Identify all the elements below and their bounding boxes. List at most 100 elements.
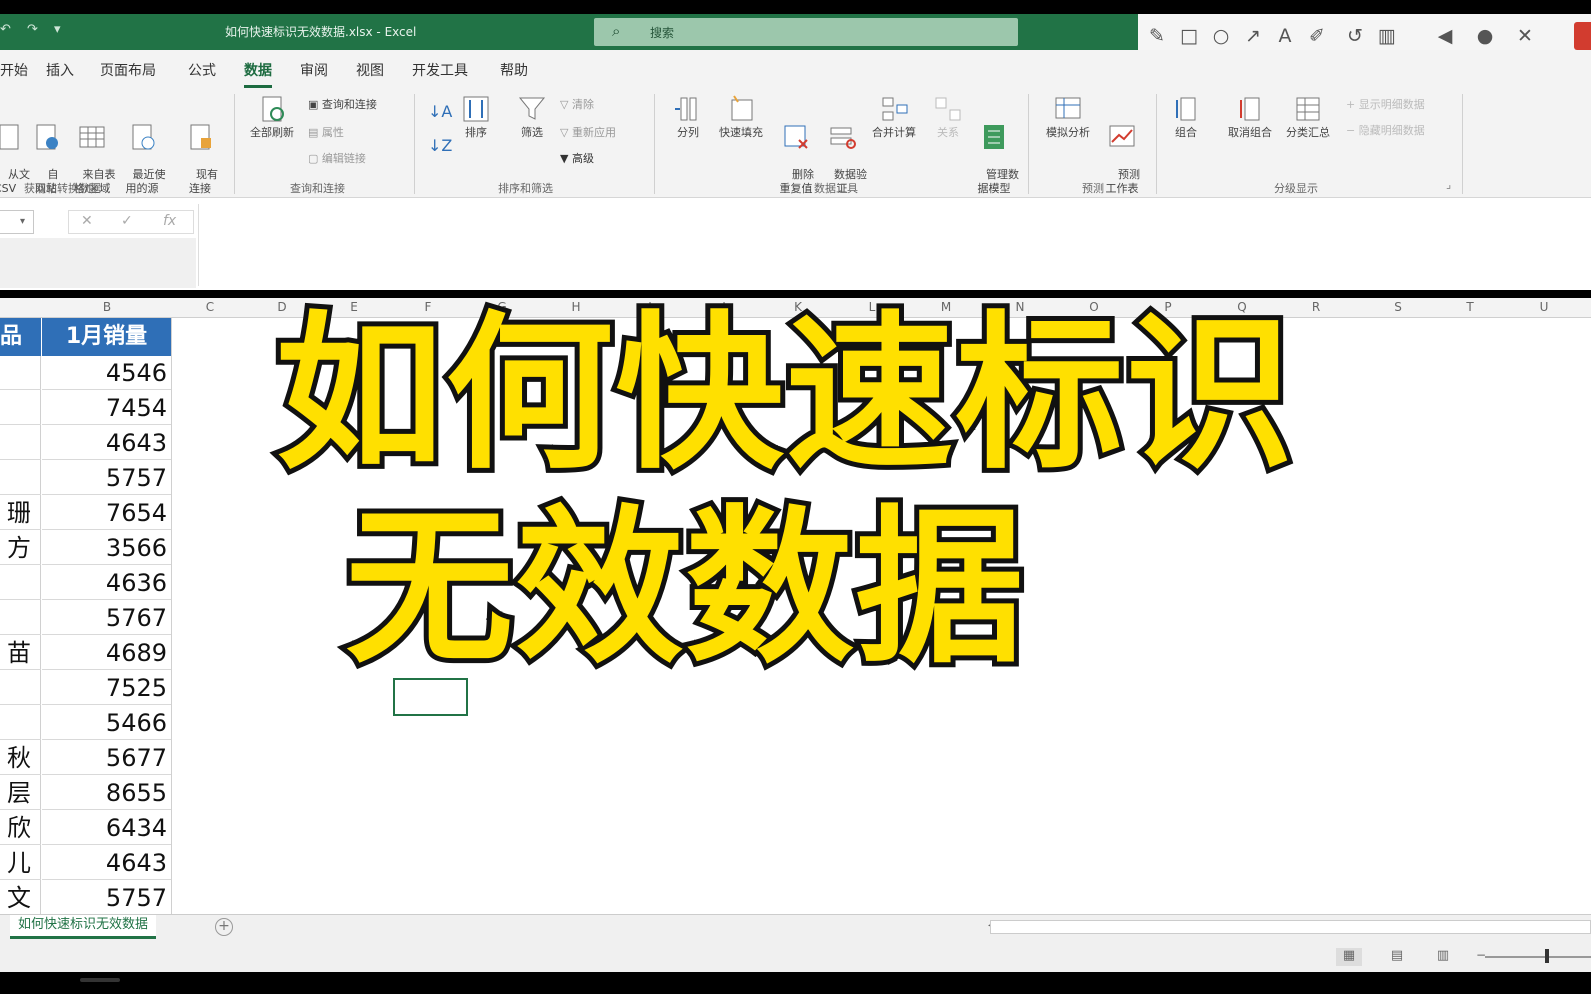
- refresh-all-button[interactable]: 全部刷新: [242, 94, 302, 140]
- tab-help[interactable]: 帮助: [500, 60, 528, 80]
- queries-connections-label: 查询和连接: [321, 98, 377, 111]
- name-box[interactable]: ▾: [0, 210, 34, 234]
- clear-filter-button[interactable]: ▽ 清除: [560, 96, 594, 112]
- show-detail-label: 显示明细数据: [1358, 98, 1425, 111]
- table-cell[interactable]: 5677: [42, 741, 171, 775]
- search-box[interactable]: ⌕ 搜索: [594, 18, 1018, 46]
- table-cell[interactable]: 儿: [0, 846, 41, 880]
- table-cell[interactable]: 层: [0, 776, 41, 810]
- table-cell[interactable]: 4643: [42, 846, 171, 880]
- manage-data-model-button[interactable]: 管理数 据模型: [972, 94, 1019, 210]
- normal-view-icon[interactable]: ▦: [1336, 948, 1362, 966]
- show-detail-button[interactable]: + 显示明细数据: [1346, 96, 1425, 112]
- cancel-icon[interactable]: ✕: [81, 213, 93, 229]
- consolidate-label: 合并计算: [872, 126, 916, 139]
- properties-button[interactable]: ▤ 属性: [308, 124, 344, 140]
- ribbon: 从文 CSV 自 网站 来自表 格/区域 最近使 用的源 现有 连接 获取和转换…: [0, 88, 1591, 198]
- dialog-launcher-icon[interactable]: ⌟: [1446, 178, 1451, 191]
- remove-duplicates-button[interactable]: 删除 重复值: [774, 94, 818, 210]
- tab-view[interactable]: 视图: [356, 60, 384, 80]
- filter-button[interactable]: 筛选: [512, 94, 552, 140]
- forecast-sheet-button[interactable]: 预测 工作表: [1100, 94, 1144, 210]
- formula-bar: ▾ ✕ ✓ fx: [0, 198, 1591, 290]
- sheet-tabs-bar: 如何快速标识无效数据 + ◂: [0, 914, 1591, 940]
- ungroup-button[interactable]: 取消组合: [1222, 94, 1278, 140]
- hide-detail-button[interactable]: − 隐藏明细数据: [1346, 122, 1425, 138]
- text-to-columns-button[interactable]: 分列: [668, 94, 708, 140]
- add-sheet-icon[interactable]: +: [215, 918, 233, 936]
- search-placeholder: 搜索: [650, 26, 675, 40]
- group-button[interactable]: 组合: [1166, 94, 1206, 140]
- zoom-slider-handle[interactable]: [1545, 949, 1549, 963]
- trash-icon[interactable]: ▥: [1374, 24, 1400, 48]
- table-cell[interactable]: 8655: [42, 776, 171, 810]
- sort-button[interactable]: 排序: [456, 94, 496, 140]
- enter-icon[interactable]: ✓: [121, 213, 133, 229]
- table-cell[interactable]: 文: [0, 881, 41, 915]
- record-stop-button[interactable]: [1574, 22, 1591, 50]
- what-if-label: 模拟分析: [1046, 126, 1090, 139]
- marker-icon[interactable]: ✐: [1304, 24, 1330, 48]
- worksheet[interactable]: 品 珊 方 苗 秋 层 欣 儿 文 1月销量 4546 7454 4643 57…: [0, 291, 1591, 915]
- sort-ascending-icon[interactable]: ↓A: [428, 102, 452, 121]
- function-icon[interactable]: fx: [163, 213, 176, 229]
- edit-links-label: 编辑链接: [321, 152, 366, 165]
- group-label-data-tools: 数据工具: [814, 182, 858, 195]
- quick-access-toolbar[interactable]: ↶ ↷ ▾: [0, 22, 67, 37]
- table-cell[interactable]: 欣: [0, 811, 41, 845]
- recent-sources-button[interactable]: 最近使 用的源: [118, 94, 166, 210]
- page-break-view-icon[interactable]: ▥: [1430, 948, 1456, 966]
- table-cell[interactable]: 5757: [42, 881, 171, 915]
- tab-developer[interactable]: 开发工具: [412, 60, 468, 80]
- zoom-slider[interactable]: [1485, 956, 1591, 958]
- pen-icon[interactable]: ✎: [1144, 24, 1170, 48]
- horizontal-scrollbar[interactable]: [990, 920, 1591, 934]
- reapply-button[interactable]: ▽ 重新应用: [560, 124, 616, 140]
- tab-insert[interactable]: 插入: [46, 60, 74, 80]
- rectangle-icon[interactable]: □: [1176, 24, 1202, 48]
- tab-formulas[interactable]: 公式: [188, 60, 216, 80]
- relationships-button[interactable]: 关系: [930, 94, 966, 140]
- flash-fill-label: 快速填充: [719, 126, 763, 139]
- tab-home[interactable]: 开始: [0, 60, 28, 80]
- tab-page-layout[interactable]: 页面布局: [100, 60, 156, 80]
- sort-icon: [463, 96, 489, 122]
- consolidate-button[interactable]: 合并计算: [866, 94, 922, 140]
- tab-review[interactable]: 审阅: [300, 60, 328, 80]
- tab-data[interactable]: 数据: [244, 60, 272, 88]
- speaker-icon[interactable]: ◀: [1432, 24, 1458, 48]
- from-csv-button[interactable]: 从文 CSV: [0, 94, 30, 210]
- existing-connections-button[interactable]: 现有 连接: [180, 94, 220, 210]
- edit-links-button[interactable]: ▢ 编辑链接: [308, 150, 366, 166]
- circle-icon[interactable]: ○: [1208, 24, 1234, 48]
- document-icon: [0, 124, 19, 150]
- flash-fill-icon: [731, 95, 753, 121]
- what-if-analysis-button[interactable]: 模拟分析: [1040, 94, 1096, 140]
- microphone-icon[interactable]: ●: [1472, 24, 1498, 48]
- table-cell[interactable]: 6434: [42, 811, 171, 845]
- split-columns-icon: [675, 97, 697, 121]
- formula-input[interactable]: [198, 204, 1591, 286]
- queries-connections-button[interactable]: ▣ 查询和连接: [308, 96, 377, 112]
- flash-fill-button[interactable]: 快速填充: [712, 94, 770, 140]
- validation-icon: [830, 127, 856, 149]
- recent-sources-label: 最近使 用的源: [125, 168, 166, 195]
- arrow-icon[interactable]: ↗: [1240, 24, 1266, 48]
- remove-duplicates-label: 删除 重复值: [779, 168, 815, 195]
- sheet-tab[interactable]: 如何快速标识无效数据: [10, 915, 157, 939]
- group-label: 组合: [1175, 126, 1197, 139]
- subtotal-button[interactable]: 分类汇总: [1280, 94, 1336, 140]
- group-label-get-data: 获取和转换数据: [24, 182, 101, 195]
- text-icon[interactable]: A: [1272, 24, 1298, 48]
- formula-controls: ✕ ✓ fx: [68, 210, 194, 234]
- sort-descending-icon[interactable]: ↓Z: [428, 136, 452, 155]
- table-cell[interactable]: 秋: [0, 741, 41, 775]
- advanced-filter-button[interactable]: ▼ 高级: [560, 150, 594, 166]
- table-cell[interactable]: 5466: [42, 706, 171, 740]
- table-cell[interactable]: [0, 706, 41, 740]
- undo-icon[interactable]: ↺: [1342, 24, 1368, 48]
- close-icon[interactable]: ✕: [1512, 24, 1538, 48]
- clear-label: 清除: [571, 98, 594, 111]
- page-layout-view-icon[interactable]: ▤: [1384, 948, 1410, 966]
- consolidate-icon: [882, 97, 908, 121]
